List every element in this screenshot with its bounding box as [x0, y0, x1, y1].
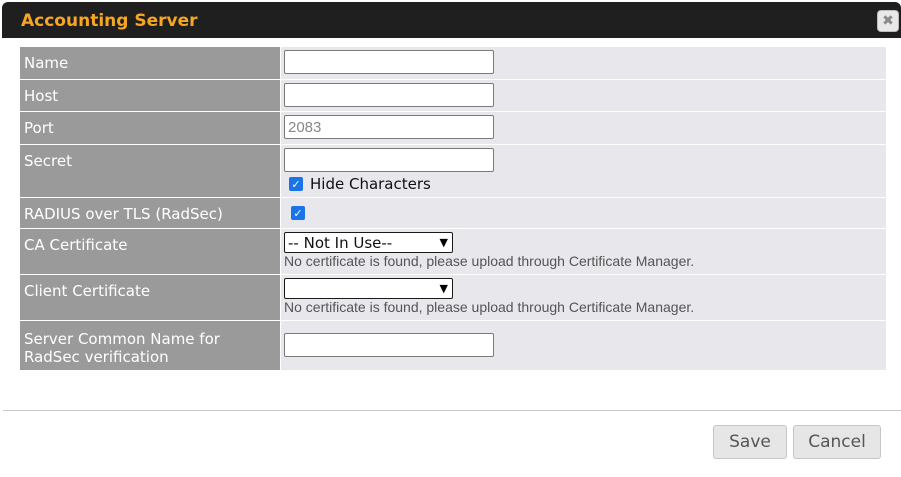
server-common-name-label: Server Common Name for RadSec verificati…	[19, 320, 281, 371]
dialog-titlebar: Accounting Server ✖	[2, 2, 901, 38]
ca-certificate-hint: No certificate is found, please upload t…	[284, 253, 695, 269]
name-cell	[280, 46, 887, 80]
port-input[interactable]	[284, 115, 494, 139]
form-row-client-certificate: Client Certificate ▼ No certificate is f…	[19, 274, 887, 321]
port-cell	[280, 111, 887, 145]
port-label: Port	[19, 111, 281, 145]
secret-label: Secret	[19, 144, 281, 198]
accounting-server-dialog: Accounting Server ✖ Name Host Port Secre…	[0, 0, 901, 477]
client-certificate-hint: No certificate is found, please upload t…	[284, 299, 695, 315]
form-row-host: Host	[19, 79, 887, 112]
secret-input[interactable]	[284, 148, 494, 172]
chevron-down-icon: ▼	[439, 236, 448, 249]
form-row-ca-certificate: CA Certificate -- Not In Use-- ▼ No cert…	[19, 228, 887, 275]
form-row-server-common-name: Server Common Name for RadSec verificati…	[19, 320, 887, 371]
host-label: Host	[19, 79, 281, 112]
name-label: Name	[19, 46, 281, 80]
client-certificate-select[interactable]: ▼	[284, 278, 453, 299]
footer-divider	[3, 410, 901, 411]
radsec-label: RADIUS over TLS (RadSec)	[19, 197, 281, 229]
chevron-down-icon: ▼	[439, 282, 448, 295]
ca-certificate-cell: -- Not In Use-- ▼ No certificate is foun…	[280, 228, 887, 275]
client-certificate-cell: ▼ No certificate is found, please upload…	[280, 274, 887, 321]
host-cell	[280, 79, 887, 112]
client-certificate-label: Client Certificate	[19, 274, 281, 321]
form-row-name: Name	[19, 46, 887, 80]
close-icon[interactable]: ✖	[877, 10, 899, 32]
hide-characters-row: ✓ Hide Characters	[284, 175, 883, 193]
form-row-secret: Secret ✓ Hide Characters	[19, 144, 887, 198]
server-common-name-cell	[280, 320, 887, 371]
hide-characters-label: Hide Characters	[310, 175, 431, 193]
server-common-name-input[interactable]	[284, 333, 494, 357]
radsec-cell: ✓	[280, 197, 887, 229]
radsec-check-row: ✓	[286, 206, 883, 220]
ca-certificate-select[interactable]: -- Not In Use-- ▼	[284, 232, 453, 253]
ca-certificate-selected: -- Not In Use--	[288, 233, 393, 252]
form-row-radsec: RADIUS over TLS (RadSec) ✓	[19, 197, 887, 229]
dialog-title: Accounting Server	[21, 11, 198, 31]
secret-cell: ✓ Hide Characters	[280, 144, 887, 198]
name-input[interactable]	[284, 50, 494, 74]
ca-certificate-label: CA Certificate	[19, 228, 281, 275]
server-common-name-label-line1: Server Common Name for	[24, 330, 220, 348]
cancel-button[interactable]: Cancel	[793, 425, 881, 459]
save-button[interactable]: Save	[713, 425, 787, 459]
radsec-checkbox[interactable]: ✓	[291, 206, 305, 220]
hide-characters-checkbox[interactable]: ✓	[289, 177, 303, 191]
form-row-port: Port	[19, 111, 887, 145]
server-form-table: Name Host Port Secret ✓ Hide Character	[19, 46, 887, 371]
server-common-name-label-line2: RadSec verification	[24, 348, 169, 366]
host-input[interactable]	[284, 83, 494, 107]
